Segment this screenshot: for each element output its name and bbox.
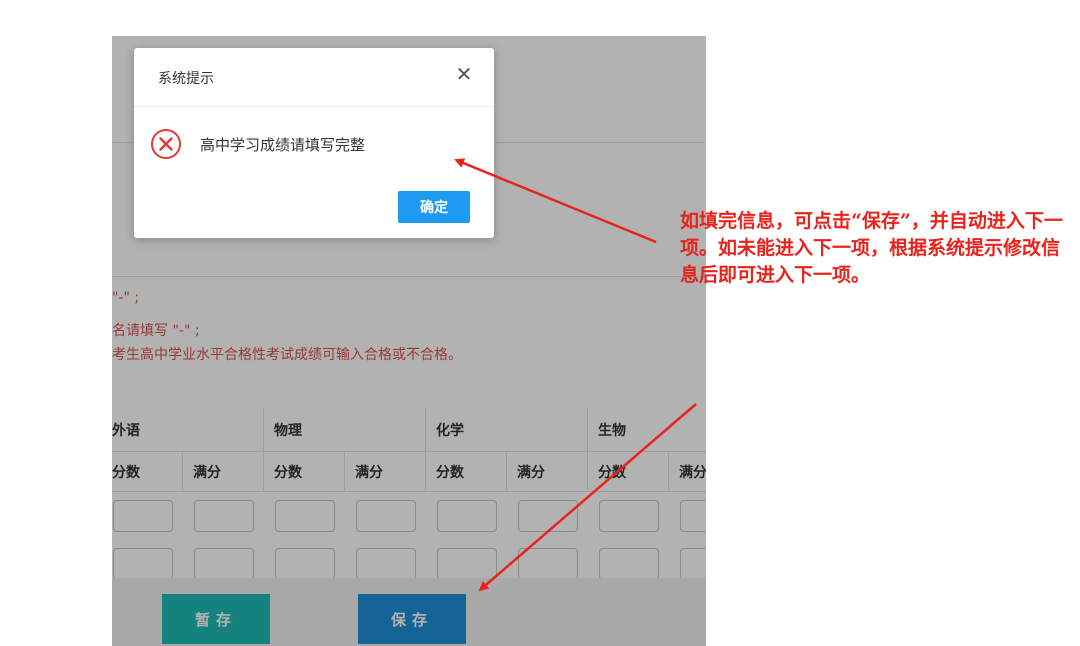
close-icon[interactable]: ✕ [452, 62, 476, 86]
error-circle-x-icon [151, 129, 181, 159]
system-alert-dialog: 系统提示 ✕ 高中学习成绩请填写完整 确定 [134, 48, 494, 238]
dialog-title: 系统提示 [158, 71, 214, 87]
instruction-annotation: 如填完信息，可点击“保存”，并自动进入下一项。如未能进入下一项，根据系统提示修改… [680, 210, 1063, 286]
dialog-message: 高中学习成绩请填写完整 [200, 136, 366, 154]
dialog-header: 系统提示 ✕ [134, 48, 494, 107]
confirm-button[interactable]: 确定 [398, 191, 470, 223]
